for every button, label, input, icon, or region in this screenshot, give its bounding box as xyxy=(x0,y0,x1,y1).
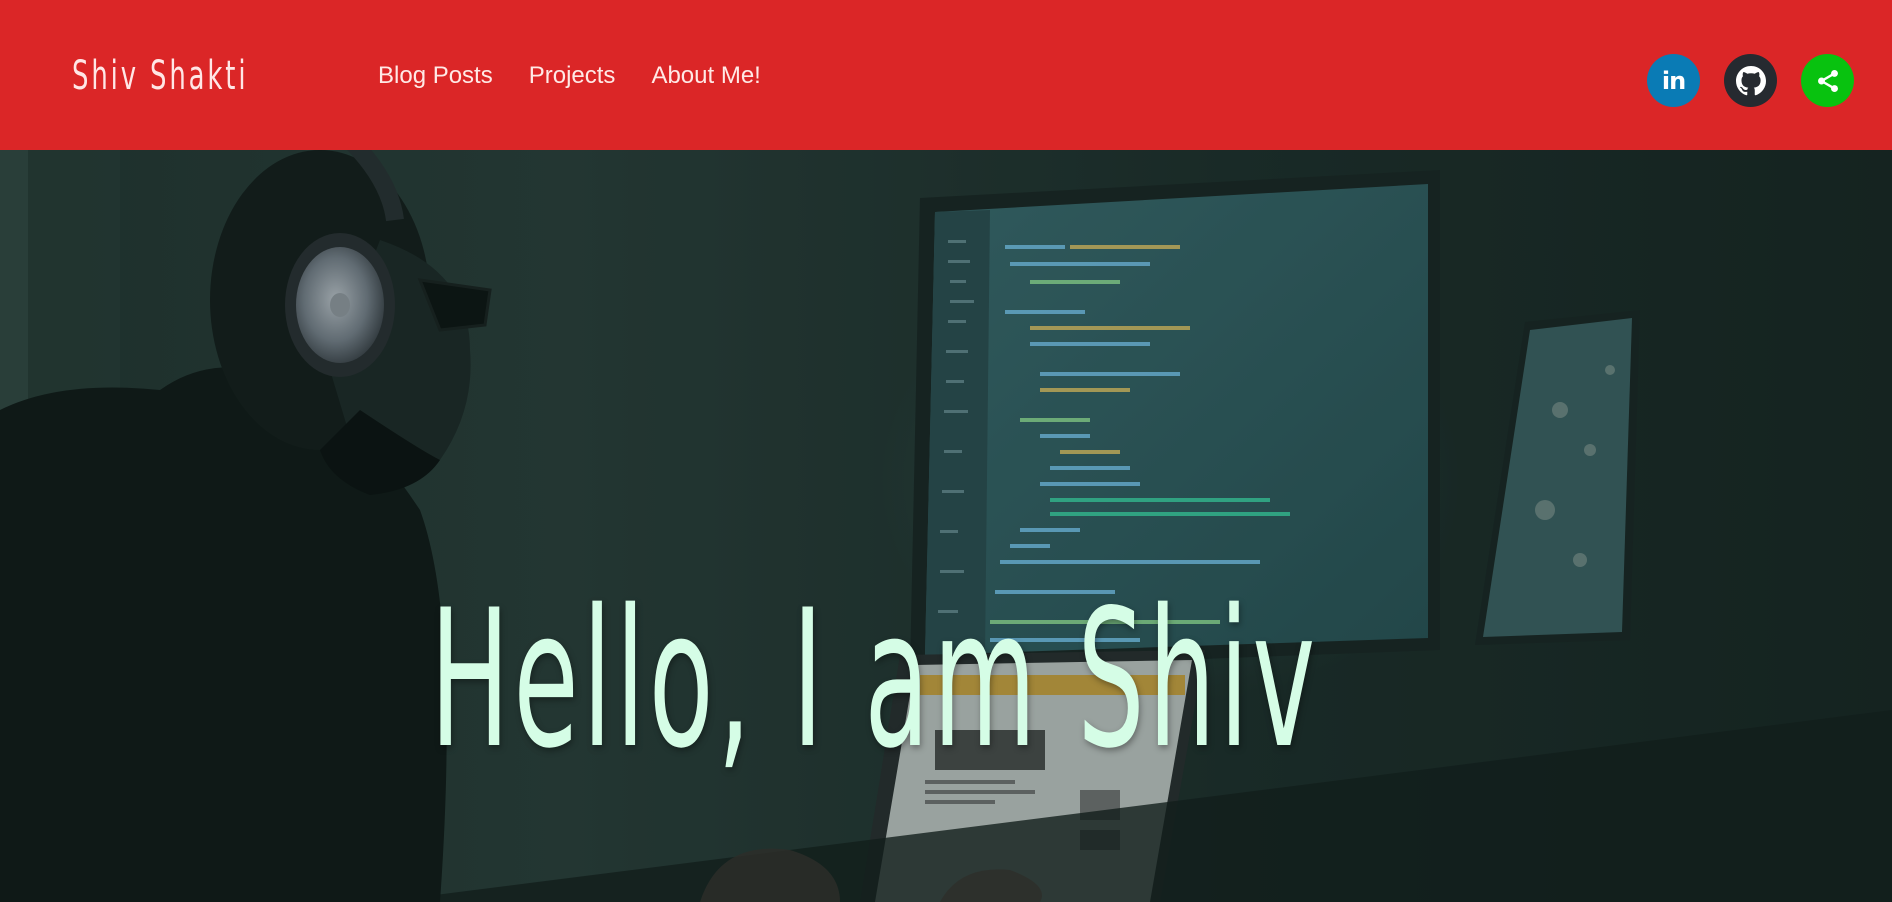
brand-logo[interactable]: Shiv Shakti xyxy=(72,48,248,104)
page: Shiv Shakti Blog Posts Projects About Me… xyxy=(0,0,1892,902)
hero-banner: Hello, I am Shiv xyxy=(0,150,1892,902)
social-links: in xyxy=(1647,54,1854,107)
github-button[interactable] xyxy=(1724,54,1777,107)
linkedin-button[interactable]: in xyxy=(1647,54,1700,107)
nav-link-blog-posts[interactable]: Blog Posts xyxy=(378,58,493,94)
share-icon xyxy=(1817,69,1838,92)
share-button[interactable] xyxy=(1801,54,1854,107)
nav-menu: Blog Posts Projects About Me! xyxy=(378,58,761,94)
hero-title: Hello, I am Shiv xyxy=(430,569,1319,790)
nav-link-projects[interactable]: Projects xyxy=(529,58,616,94)
github-icon xyxy=(1735,65,1766,95)
linkedin-icon: in xyxy=(1661,66,1686,95)
nav-link-about-me[interactable]: About Me! xyxy=(651,58,760,94)
top-navbar: Shiv Shakti Blog Posts Projects About Me… xyxy=(0,0,1892,150)
